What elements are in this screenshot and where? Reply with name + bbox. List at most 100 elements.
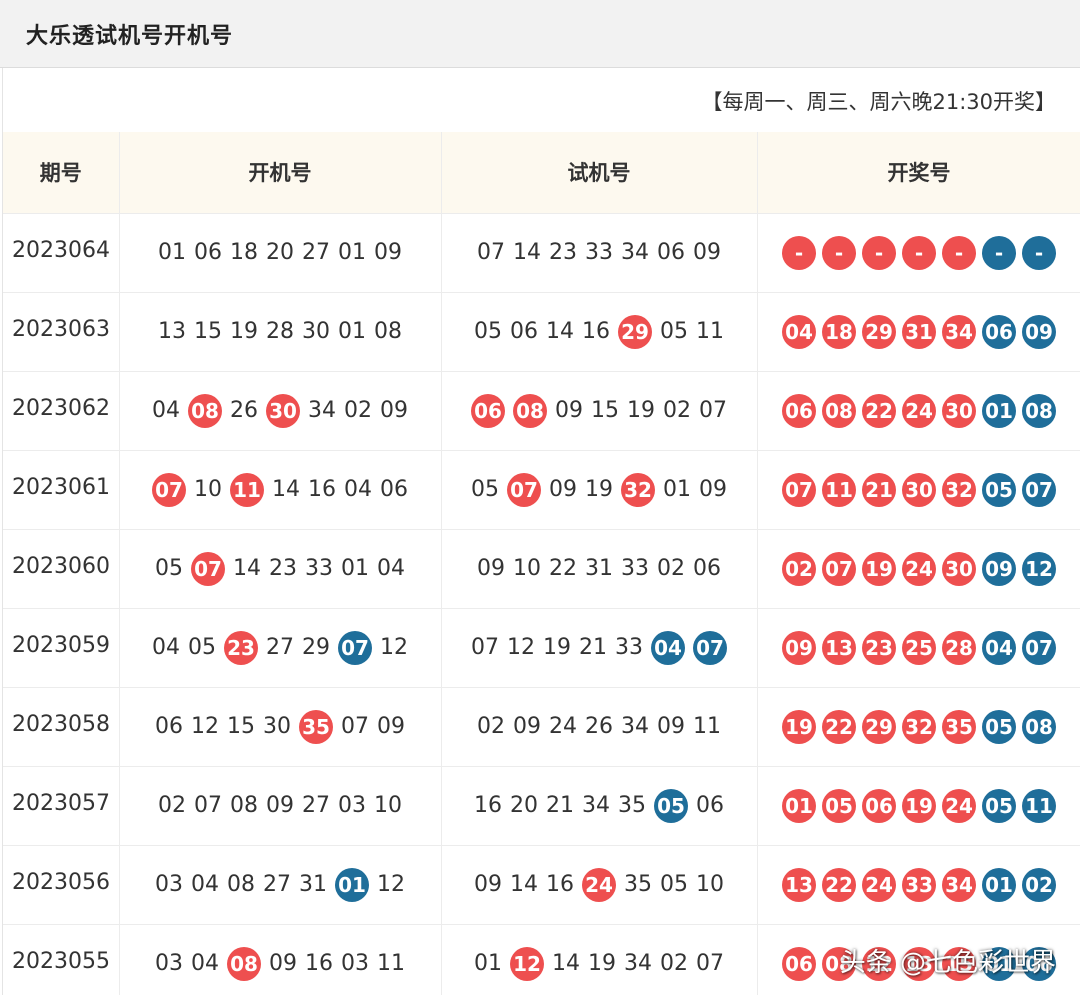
open-number-cell: 07 10 11 14 16 04 06 <box>119 450 442 530</box>
number: 04 <box>191 951 219 976</box>
number-list: 01 12 14 19 34 02 07 <box>474 946 724 981</box>
blue-ball: 09 <box>982 551 1016 586</box>
red-ball: 11 <box>822 472 856 507</box>
red-ball: 34 <box>942 314 976 349</box>
open-number-cell: 04 08 26 30 34 02 09 <box>119 371 442 451</box>
table-header-row: 期号 开机号 试机号 开奖号 <box>3 132 1080 214</box>
red-ball: 13 <box>782 867 816 902</box>
blue-ball: 08 <box>1022 709 1056 744</box>
number: 01 <box>341 556 369 581</box>
number-list: 19 22 29 32 35 05 08 <box>782 709 1056 744</box>
number: 05 <box>471 477 499 502</box>
table-row: 2023059 04 05 23 27 29 07 12 07 12 19 21 33 04 07 09 13 2… <box>3 608 1080 688</box>
number: 05 <box>155 556 183 581</box>
number: 03 <box>341 951 369 976</box>
number: 07 <box>194 793 222 818</box>
red-ball: 30 <box>942 551 976 586</box>
blue-ball: 12 <box>1022 551 1056 586</box>
blue-ball: - <box>1022 235 1056 270</box>
column-header-test-number: 试机号 <box>441 132 758 214</box>
number: 12 <box>380 635 408 660</box>
blue-ball: 04 <box>651 630 685 665</box>
number: 09 <box>699 477 727 502</box>
blue-ball: 09 <box>1022 314 1056 349</box>
red-ball: 08 <box>822 393 856 428</box>
number: 05 <box>474 319 502 344</box>
number-list: 06 12 15 30 35 07 09 <box>155 709 405 744</box>
red-ball: 18 <box>822 314 856 349</box>
number: 07 <box>471 635 499 660</box>
number: 02 <box>158 793 186 818</box>
red-ball: 11 <box>230 472 264 507</box>
blue-ball: 07 <box>693 630 727 665</box>
period-cell: 2023062 <box>3 371 120 451</box>
number-list: ------- <box>782 235 1056 270</box>
red-ball: 19 <box>862 551 896 586</box>
number: 23 <box>549 240 577 265</box>
red-ball: - <box>862 235 896 270</box>
number: 15 <box>591 398 619 423</box>
number: 04 <box>344 477 372 502</box>
number: 02 <box>477 714 505 739</box>
results-card: 【每周一、周三、周六晚21:30开奖】 期号 开机号 试机号 开奖号 20230… <box>2 68 1080 995</box>
red-ball: 35 <box>299 709 333 744</box>
number-list: 07 12 19 21 33 04 07 <box>471 630 727 665</box>
number: 09 <box>474 872 502 897</box>
number-list: 05 07 14 23 33 01 04 <box>155 551 405 586</box>
number: 31 <box>299 872 327 897</box>
number: 16 <box>474 793 502 818</box>
red-ball: 02 <box>782 551 816 586</box>
open-number-cell: 01 06 18 20 27 01 09 <box>119 213 442 293</box>
page-title: 大乐透试机号开机号 <box>26 23 234 49</box>
period-cell: 2023059 <box>3 608 120 688</box>
period-cell: 2023061 <box>3 450 120 530</box>
number-list: 09 13 23 25 28 04 07 <box>782 630 1056 665</box>
blue-ball: - <box>982 235 1016 270</box>
page: 大乐透试机号开机号 【每周一、周三、周六晚21:30开奖】 期号 开机号 试机号… <box>0 0 1080 995</box>
number-list: 02 07 19 24 30 09 12 <box>782 551 1056 586</box>
number: 09 <box>555 398 583 423</box>
red-ball: 32 <box>902 709 936 744</box>
number: 33 <box>615 635 643 660</box>
red-ball: 09 <box>782 630 816 665</box>
table-row: 2023061 07 10 11 14 16 04 06 05 07 09 19 32 01 09 07 11 2… <box>3 450 1080 530</box>
number: 13 <box>158 319 186 344</box>
number: 04 <box>191 872 219 897</box>
number: 20 <box>266 240 294 265</box>
period-cell: 2023058 <box>3 687 120 767</box>
red-ball: 34 <box>942 867 976 902</box>
red-ball: 23 <box>224 630 258 665</box>
period-cell: 2023055 <box>3 924 120 995</box>
open-number-cell: 03 04 08 27 31 01 12 <box>119 845 442 925</box>
number: 06 <box>693 556 721 581</box>
red-ball: 04 <box>782 314 816 349</box>
table-body: 2023064 01 06 18 20 27 01 09 07 14 23 33 34 06 09- - - - -… <box>3 213 1080 995</box>
number: 04 <box>152 398 180 423</box>
draw-result-cell: 09 13 23 25 28 04 07 <box>757 608 1080 688</box>
number: 02 <box>657 556 685 581</box>
number: 06 <box>657 240 685 265</box>
number: 11 <box>696 319 724 344</box>
blue-ball: 08 <box>1022 393 1056 428</box>
number-list: 13 22 24 33 34 01 02 <box>782 867 1056 902</box>
number-list: 06 08 09 15 19 02 07 <box>471 393 727 428</box>
number: 04 <box>377 556 405 581</box>
table-row: 2023062 04 08 26 30 34 02 09 06 08 09 15 19 02 07 06 08 2… <box>3 371 1080 451</box>
number: 30 <box>263 714 291 739</box>
number: 12 <box>507 635 535 660</box>
number: 09 <box>657 714 685 739</box>
number: 35 <box>624 872 652 897</box>
draw-result-cell: 02 07 19 24 30 09 12 <box>757 529 1080 609</box>
red-ball: 29 <box>862 314 896 349</box>
number-list: 09 14 16 24 35 05 10 <box>474 867 724 902</box>
red-ball: 21 <box>862 472 896 507</box>
blue-ball: 07 <box>338 630 372 665</box>
number-list: 07 11 21 30 32 05 07 <box>782 472 1056 507</box>
number: 11 <box>693 714 721 739</box>
number-list: 05 07 09 19 32 01 09 <box>471 472 727 507</box>
number: 33 <box>621 556 649 581</box>
red-ball: - <box>822 235 856 270</box>
blue-ball: 01 <box>982 393 1016 428</box>
number-list: 04 05 23 27 29 07 12 <box>152 630 408 665</box>
watermark: 头条 @七色彩世界 <box>839 948 1056 978</box>
